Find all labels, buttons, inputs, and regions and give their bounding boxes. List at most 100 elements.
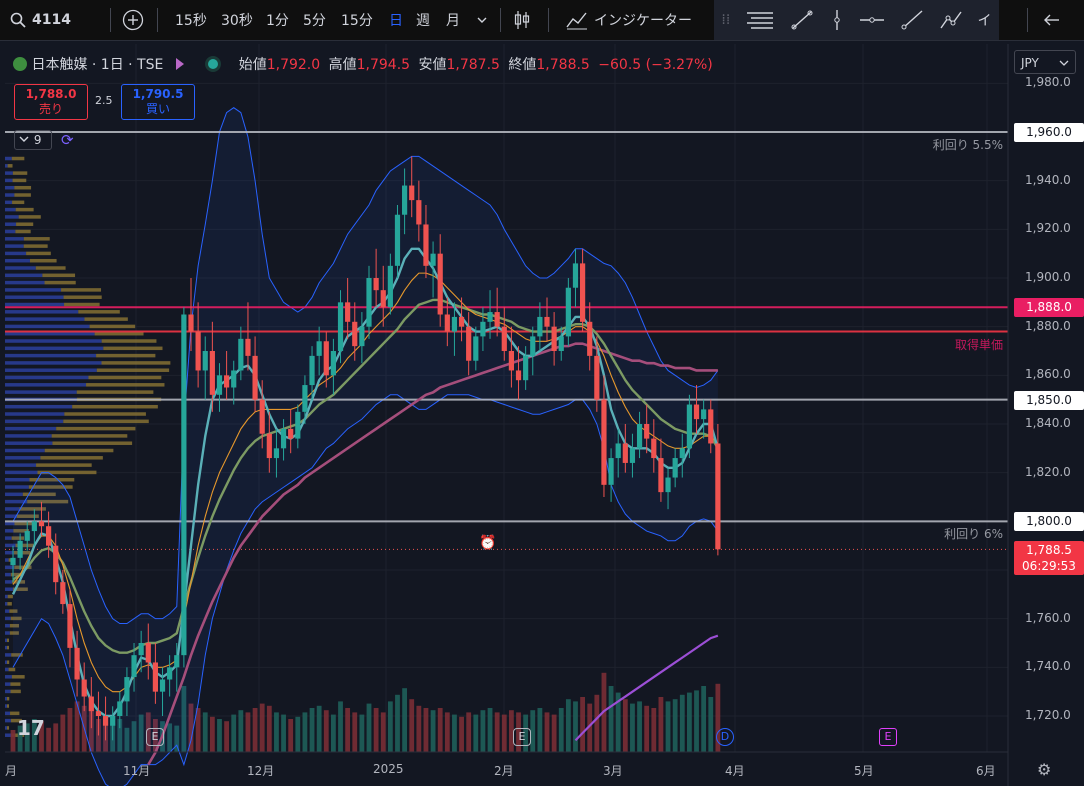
volume-bar	[246, 712, 251, 752]
drag-handle-icon[interactable]: ⁞⁞	[721, 12, 730, 28]
price-axis-tick: 1,880.0	[1025, 319, 1071, 333]
chart-type-button[interactable]	[512, 0, 532, 40]
price-chart[interactable]	[5, 44, 1079, 786]
market-status-icon[interactable]	[208, 59, 218, 69]
chart-pane[interactable]: 日本触媒 · 1日 · TSE 始値1,792.0 高値1,794.5 安値1,…	[5, 44, 1079, 786]
volume-bar	[260, 704, 265, 752]
volume-profile-bar	[103, 347, 162, 351]
volume-profile-bar	[7, 602, 11, 606]
interval-5m[interactable]: 5分	[303, 0, 326, 40]
volume-bar	[381, 712, 386, 752]
candle-body	[573, 263, 578, 287]
volume-profile-bar	[5, 471, 38, 475]
path-icon[interactable]	[939, 9, 963, 31]
candle-body	[651, 439, 656, 458]
sell-label: 売り	[15, 102, 87, 117]
interval-1mo[interactable]: 月	[446, 0, 460, 40]
volume-profile-bar	[5, 660, 7, 664]
candle-body	[139, 643, 144, 655]
candle-body	[537, 317, 542, 336]
volume-bar	[367, 704, 372, 752]
candle-body	[601, 400, 606, 485]
volume-profile-bar	[5, 719, 11, 723]
volume-profile-bar	[52, 441, 132, 445]
volume-profile-bar	[5, 420, 63, 424]
volume-profile-bar	[63, 420, 148, 424]
volume-profile-bar	[40, 456, 102, 460]
buy-button[interactable]: 1,790.5 買い	[121, 84, 195, 120]
volume-profile-bar	[7, 639, 9, 643]
time-axis-tick: 3月	[603, 762, 623, 779]
interval-1m[interactable]: 1分	[266, 0, 289, 40]
legend-title[interactable]: 日本触媒 · 1日 · TSE	[31, 57, 163, 73]
sell-button[interactable]: 1,788.0 売り	[14, 84, 88, 120]
currency-selector[interactable]: JPY	[1014, 50, 1076, 74]
earnings-upcoming-icon[interactable]: E	[879, 728, 897, 746]
undo-button[interactable]	[1043, 0, 1061, 40]
last-price-tag: 1,788.5 06:29:53	[1014, 541, 1084, 575]
volume-bar	[345, 708, 350, 752]
toolbar-divider	[1027, 8, 1028, 32]
candle-body	[89, 697, 94, 712]
volume-profile-bar	[56, 427, 135, 431]
dividend-event-icon[interactable]: D	[716, 728, 734, 746]
volume-bar	[274, 712, 279, 752]
interval-1d[interactable]: 日	[389, 0, 403, 40]
horizontal-line-label: 取得単価	[955, 336, 1003, 353]
candle-body	[167, 667, 172, 679]
alarm-clock-icon[interactable]: ⏰	[479, 535, 496, 551]
volume-profile-bar	[5, 639, 7, 643]
volume-profile-bar	[52, 434, 128, 438]
volume-profile-bar	[5, 325, 90, 329]
chevron-down-icon	[476, 14, 488, 26]
horizontal-line-label: 利回り 6%	[944, 525, 1003, 542]
tradingview-logo-icon[interactable]: 17	[17, 716, 45, 740]
indicators-toggle[interactable]: 9	[14, 130, 52, 150]
chevron-down-icon	[18, 133, 30, 145]
candle-body	[224, 375, 229, 387]
volume-profile-bar	[5, 201, 12, 205]
horizontal-ray-icon[interactable]	[859, 9, 885, 31]
candle-body	[153, 662, 158, 691]
candle-body	[438, 254, 443, 315]
candle-body	[160, 680, 165, 692]
ray-icon[interactable]	[900, 9, 924, 31]
volume-bar	[210, 717, 215, 752]
volume-profile-bar	[13, 179, 27, 183]
sync-icon[interactable]: ⟳	[61, 131, 74, 149]
volume-profile-bar	[5, 631, 10, 635]
candle-body	[452, 317, 457, 332]
interval-1w[interactable]: 週	[416, 0, 430, 40]
candle-body	[252, 356, 257, 400]
volume-profile-bar	[19, 215, 41, 219]
volume-profile-bar	[5, 712, 10, 716]
interval-30s[interactable]: 30秒	[221, 0, 253, 40]
interval-15s[interactable]: 15秒	[175, 0, 207, 40]
price-axis-tick: 1,840.0	[1025, 416, 1071, 430]
candle-body	[238, 339, 243, 371]
toolbar-divider	[500, 8, 501, 32]
volume-bar	[459, 717, 464, 752]
candle-body	[701, 409, 706, 419]
volume-profile-bar	[7, 646, 9, 650]
volume-profile-bar	[5, 427, 56, 431]
earnings-event-icon[interactable]: E	[146, 728, 164, 746]
horizontal-lines-icon[interactable]	[745, 9, 775, 31]
change-value: −60.5 (−3.27%)	[598, 57, 712, 73]
earnings-event-icon[interactable]: E	[513, 728, 531, 746]
volume-profile-bar	[5, 354, 96, 358]
volume-bar	[651, 708, 656, 752]
indicators-button[interactable]: インジケーター	[566, 0, 692, 40]
vertical-line-icon[interactable]	[829, 9, 845, 31]
flag-icon[interactable]	[176, 58, 184, 70]
interval-15m[interactable]: 15分	[341, 0, 373, 40]
interval-dropdown[interactable]	[476, 0, 488, 40]
compare-symbol-button[interactable]	[122, 0, 144, 40]
volume-profile-bar	[5, 449, 45, 453]
candle-body	[580, 263, 585, 321]
candle-body	[495, 312, 500, 327]
trend-line-icon[interactable]	[790, 9, 814, 31]
settings-gear-icon[interactable]: ⚙	[1037, 760, 1051, 779]
volume-profile-bar	[5, 288, 61, 292]
symbol-search[interactable]: 4114	[10, 0, 71, 40]
